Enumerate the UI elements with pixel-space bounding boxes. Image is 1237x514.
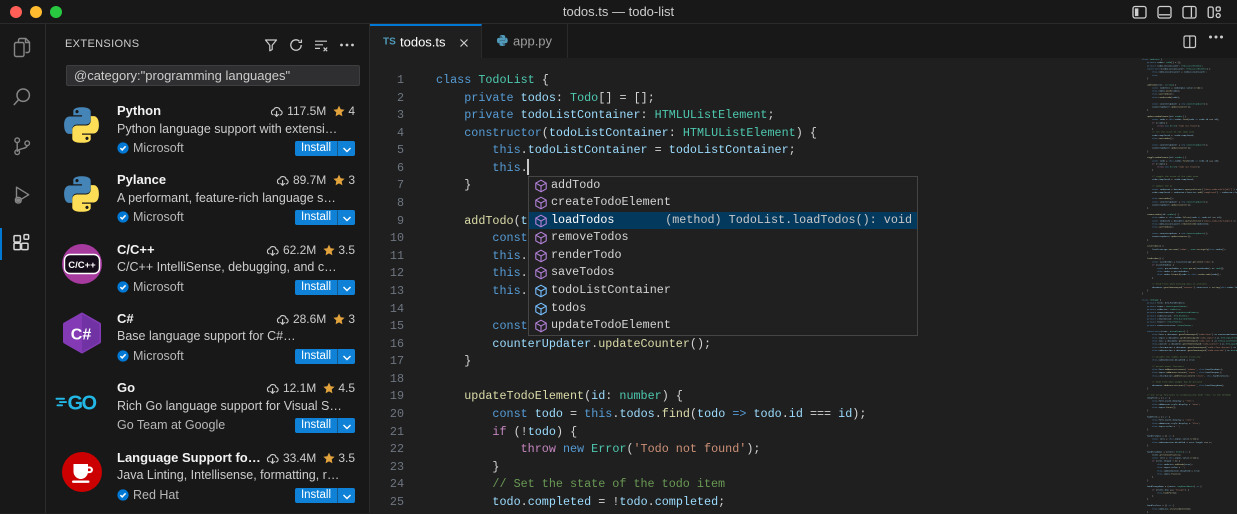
svg-text:GO: GO (68, 393, 97, 415)
svg-text:C#: C# (71, 326, 92, 343)
svg-text:C/C++: C/C++ (68, 259, 96, 270)
